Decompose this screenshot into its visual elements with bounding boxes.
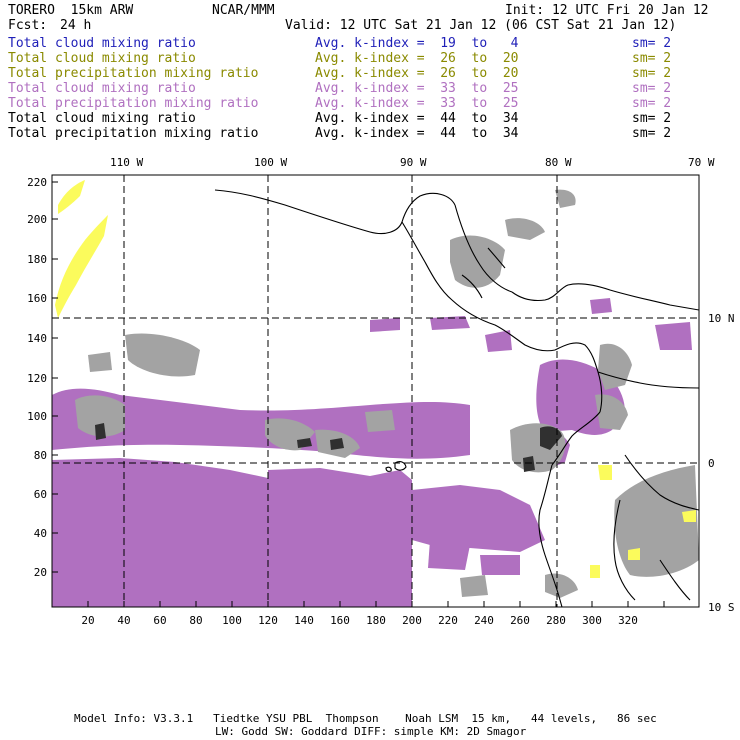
bottom-tick-80: 80	[189, 614, 202, 627]
bottom-tick-140: 140	[294, 614, 314, 627]
left-tick-100: 100	[27, 410, 47, 423]
left-tick-220: 220	[27, 176, 47, 189]
top-label-110w: 110 W	[110, 156, 143, 169]
bottom-tick-100: 100	[222, 614, 242, 627]
right-label-10n: 10 N	[708, 312, 735, 325]
bottom-tick-200: 200	[402, 614, 422, 627]
top-label-90w: 90 W	[400, 156, 427, 169]
bottom-tick-280: 280	[546, 614, 566, 627]
bottom-tick-300: 300	[582, 614, 602, 627]
left-tick-180: 180	[27, 253, 47, 266]
bottom-tick-240: 240	[474, 614, 494, 627]
left-tick-200: 200	[27, 213, 47, 226]
left-tick-60: 60	[34, 488, 47, 501]
left-tick-20: 20	[34, 566, 47, 579]
top-label-70w: 70 W	[688, 156, 715, 169]
left-tick-40: 40	[34, 527, 47, 540]
bottom-tick-60: 60	[153, 614, 166, 627]
model-info-line1: Model Info: V3.3.1 Tiedtke YSU PBL Thomp…	[74, 712, 657, 725]
weather-map: 110 W 100 W 90 W 80 W 70 W 10 N 0 10 S 2…	[27, 156, 735, 627]
bottom-tick-40: 40	[117, 614, 130, 627]
top-label-80w: 80 W	[545, 156, 572, 169]
left-tick-140: 140	[27, 332, 47, 345]
bottom-tick-20: 20	[81, 614, 94, 627]
bottom-tick-160: 160	[330, 614, 350, 627]
bottom-tick-320: 320	[618, 614, 638, 627]
top-label-100w: 100 W	[254, 156, 287, 169]
map-field-layer	[52, 180, 699, 607]
model-info-line2: LW: Godd SW: Goddard DIFF: simple KM: 2D…	[215, 725, 527, 738]
left-tick-120: 120	[27, 372, 47, 385]
bottom-tick-120: 120	[258, 614, 278, 627]
bottom-tick-260: 260	[510, 614, 530, 627]
left-tick-80: 80	[34, 449, 47, 462]
left-tick-160: 160	[27, 292, 47, 305]
right-label-0: 0	[708, 457, 715, 470]
right-label-10s: 10 S	[708, 601, 735, 614]
bottom-tick-220: 220	[438, 614, 458, 627]
bottom-tick-180: 180	[366, 614, 386, 627]
